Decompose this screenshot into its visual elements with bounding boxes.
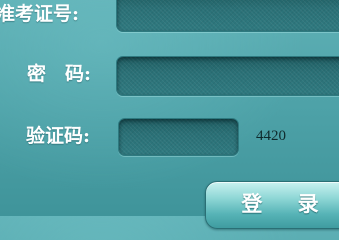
captcha-label: 验证码:	[26, 125, 91, 147]
captcha-code: 4420	[256, 128, 286, 144]
ticket-number-input[interactable]	[116, 0, 339, 32]
login-button[interactable]: 登 录	[205, 181, 339, 229]
password-label: 密 码:	[27, 63, 92, 85]
login-button-label: 登 录	[241, 191, 333, 216]
captcha-input[interactable]	[118, 118, 239, 156]
ticket-number-label: 准考证号:	[0, 3, 80, 25]
password-input[interactable]	[116, 56, 339, 96]
